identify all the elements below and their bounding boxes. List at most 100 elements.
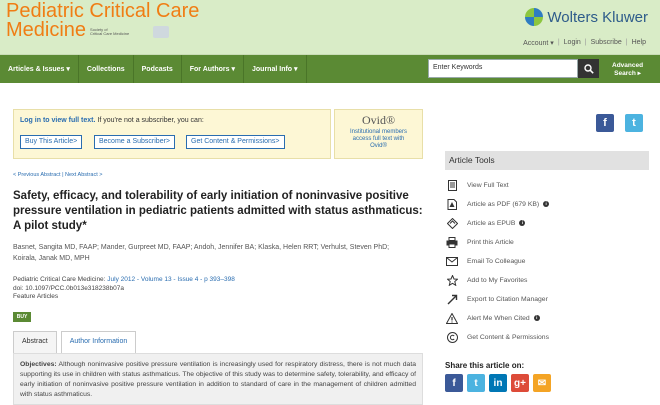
divider: | xyxy=(557,39,560,46)
publisher-logo[interactable]: Wolters Kluwer xyxy=(525,8,648,26)
tool-label: Add to My Favorites xyxy=(467,276,528,284)
society-line2: Critical Care Medicine xyxy=(90,31,130,36)
main-nav: Articles & Issues ▾ Collections Podcasts… xyxy=(0,55,660,83)
advanced-search-link[interactable]: Advanced Search ▸ xyxy=(612,62,643,78)
star-icon xyxy=(446,274,458,286)
email-icon xyxy=(446,255,458,267)
tab-abstract[interactable]: Abstract xyxy=(13,331,57,353)
ovid-text: Institutional members access full text w… xyxy=(335,129,422,150)
issue-link[interactable]: July 2012 - Volume 13 - Issue 4 - p 393–… xyxy=(107,276,235,283)
buy-badge[interactable]: BUY xyxy=(13,312,31,322)
info-icon[interactable]: i xyxy=(533,315,540,321)
share-twitter-icon[interactable]: t xyxy=(467,374,485,392)
share-buttons: f t in g+ ✉ xyxy=(445,374,551,392)
get-content-permissions-button[interactable]: Get Content & Permissions> xyxy=(186,135,285,149)
nav-for-authors[interactable]: For Authors ▾ xyxy=(182,55,245,83)
login-full-text-link[interactable]: Log in to view full text. xyxy=(20,117,95,124)
login-link[interactable]: Login xyxy=(564,39,581,47)
abstract-panel: Objectives: Although noninvasive positiv… xyxy=(13,353,423,405)
tool-label: Alert Me When Cited xyxy=(467,314,530,322)
search-button[interactable] xyxy=(578,59,599,78)
article-title: Safety, efficacy, and tolerability of ea… xyxy=(13,190,423,232)
ovid-line3: Ovid® xyxy=(370,143,387,149)
society-name: Society of Critical Care Medicine xyxy=(90,28,129,36)
advanced-line2: Search ▸ xyxy=(614,70,641,77)
tool-label: Email To Colleague xyxy=(467,257,526,265)
access-message-rest: If you're not a subscriber, you can: xyxy=(95,117,204,124)
tool-content-permissions[interactable]: Get Content & Permissions xyxy=(446,331,549,343)
copyright-icon xyxy=(446,331,458,343)
social-follow: f t xyxy=(596,114,643,132)
sidebar: f t Article Tools View Full Text Article… xyxy=(432,83,660,405)
wolters-kluwer-logo-icon xyxy=(525,8,544,26)
tool-label: Export to Citation Manager xyxy=(467,295,548,303)
page: Pediatric Critical Care Medicine Society… xyxy=(0,0,660,405)
article-main: Log in to view full text. If you're not … xyxy=(0,83,432,405)
tool-add-favorites[interactable]: Add to My Favorites xyxy=(446,274,527,286)
buy-article-button[interactable]: Buy This Article> xyxy=(20,135,83,149)
journal-logo[interactable]: Pediatric Critical Care Medicine Society… xyxy=(6,1,199,41)
share-linkedin-icon[interactable]: in xyxy=(489,374,507,392)
access-box: Log in to view full text. If you're not … xyxy=(13,109,331,159)
tool-article-pdf[interactable]: Article as PDF (679 KB) i xyxy=(446,198,550,210)
article-authors: Basnet, Sangita MD, FAAP; Mander, Gurpre… xyxy=(13,244,390,262)
alert-icon xyxy=(446,312,458,324)
tool-export-citation[interactable]: Export to Citation Manager xyxy=(446,293,548,305)
document-icon xyxy=(446,179,458,191)
ovid-logo: Ovid® xyxy=(361,113,396,127)
nav-articles-issues[interactable]: Articles & Issues ▾ xyxy=(0,55,79,83)
tool-label: View Full Text xyxy=(467,181,509,189)
abstract-text: Although noninvasive positive pressure v… xyxy=(20,361,416,398)
nav-podcasts[interactable]: Podcasts xyxy=(134,55,182,83)
article-tools-heading: Article Tools xyxy=(445,151,649,170)
citation-journal: Pediatric Critical Care Medicine: xyxy=(13,276,108,283)
access-message: Log in to view full text. If you're not … xyxy=(20,117,204,124)
article-tabs: Abstract Author Information xyxy=(13,331,140,353)
advanced-line1: Advanced xyxy=(612,62,644,69)
nav-collections[interactable]: Collections xyxy=(79,55,134,83)
tool-label: Print this Article xyxy=(467,238,514,246)
article-doi: doi: 10.1097/PCC.0b013e318238b07a xyxy=(13,284,124,292)
account-link[interactable]: Account ▾ xyxy=(523,39,554,47)
become-subscriber-button[interactable]: Become a Subscriber> xyxy=(94,135,176,149)
facebook-icon[interactable]: f xyxy=(596,114,614,132)
site-header: Pediatric Critical Care Medicine Society… xyxy=(0,0,660,55)
society-logo-icon xyxy=(153,26,170,38)
tab-author-information[interactable]: Author Information xyxy=(60,331,137,353)
nav-journal-info[interactable]: Journal Info ▾ xyxy=(244,55,307,83)
share-email-icon[interactable]: ✉ xyxy=(533,374,551,392)
journal-title-line2: Medicine xyxy=(6,19,87,41)
search-input[interactable]: Enter Keywords xyxy=(428,59,578,78)
epub-icon xyxy=(446,217,458,229)
divider: | xyxy=(584,39,587,46)
search-icon xyxy=(583,63,594,74)
tool-label: Get Content & Permissions xyxy=(467,333,549,341)
tool-print[interactable]: Print this Article xyxy=(446,236,514,248)
ovid-box[interactable]: Ovid® Institutional members access full … xyxy=(334,109,423,159)
pdf-icon xyxy=(446,198,458,210)
share-facebook-icon[interactable]: f xyxy=(445,374,463,392)
abstract-label: Objectives: xyxy=(20,361,57,368)
tool-email[interactable]: Email To Colleague xyxy=(446,255,525,267)
ovid-line1: Institutional members xyxy=(349,129,408,135)
help-link[interactable]: Help xyxy=(632,39,646,47)
export-icon xyxy=(446,293,458,305)
twitter-icon[interactable]: t xyxy=(625,114,643,132)
tool-label: Article as PDF (679 KB) xyxy=(467,200,540,208)
tool-article-epub[interactable]: Article as EPUB i xyxy=(446,217,526,229)
publisher-name: Wolters Kluwer xyxy=(547,8,648,26)
divider: | xyxy=(625,39,628,46)
article-section: Feature Articles xyxy=(13,293,59,300)
share-heading: Share this article on: xyxy=(445,361,525,370)
printer-icon xyxy=(446,236,458,248)
info-icon[interactable]: i xyxy=(519,220,526,226)
tool-label: Article as EPUB xyxy=(467,219,516,227)
share-googleplus-icon[interactable]: g+ xyxy=(511,374,529,392)
info-icon[interactable]: i xyxy=(543,201,550,207)
article-citation: Pediatric Critical Care Medicine: July 2… xyxy=(13,276,423,302)
tool-view-full-text[interactable]: View Full Text xyxy=(446,179,509,191)
subscribe-link[interactable]: Subscribe xyxy=(591,39,622,47)
tool-alert-cited[interactable]: Alert Me When Cited i xyxy=(446,312,540,324)
top-links: Account ▾ | Login | Subscribe | Help xyxy=(523,39,646,47)
prev-next-abstract-links[interactable]: < Previous Abstract | Next Abstract > xyxy=(13,172,102,178)
